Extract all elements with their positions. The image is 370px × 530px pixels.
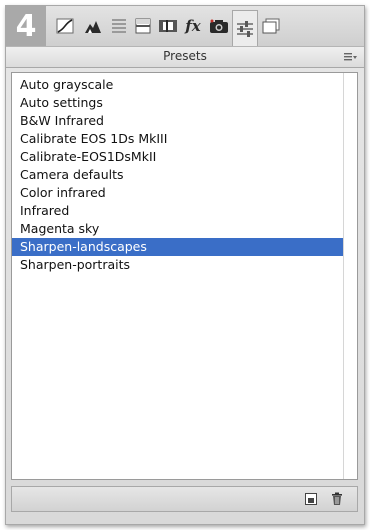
lens-correction-icon — [159, 20, 177, 32]
camera-calibration-icon — [210, 19, 228, 33]
tab-presets[interactable] — [232, 10, 258, 46]
preset-item[interactable]: Auto settings — [12, 94, 343, 112]
preset-item[interactable]: Camera defaults — [12, 166, 343, 184]
panel-tab-strip: 4 fx — [6, 6, 364, 46]
trash-icon[interactable] — [330, 492, 344, 506]
camera-raw-panel: 4 fx Presets Auto grayscale Auto setting… — [5, 5, 365, 525]
presets-bottom-bar — [11, 486, 358, 512]
preset-item[interactable]: Auto grayscale — [12, 76, 343, 94]
preset-item[interactable]: B&W Infrared — [12, 112, 343, 130]
new-preset-icon[interactable] — [304, 492, 318, 506]
preset-item[interactable]: Sharpen-portraits — [12, 256, 343, 274]
screenshot-frame: 4 fx Presets Auto grayscale Auto setting… — [5, 5, 365, 525]
preset-item[interactable]: Infrared — [12, 202, 343, 220]
snapshots-icon — [262, 18, 280, 34]
presets-list-box: Auto grayscale Auto settings B&W Infrared C… — [11, 72, 358, 480]
preset-item[interactable]: Sharpen-landscapes — [12, 238, 343, 256]
preset-item[interactable]: Calibrate EOS 1Ds MkIII — [12, 130, 343, 148]
tab-hsl[interactable] — [106, 13, 132, 39]
list-scrollbar[interactable] — [343, 73, 357, 479]
tab-color[interactable] — [80, 13, 106, 39]
tab-split-toning[interactable] — [130, 13, 156, 39]
hsl-bars-icon — [112, 19, 126, 33]
color-mountains-icon — [85, 21, 101, 33]
preset-item[interactable]: Color infrared — [12, 184, 343, 202]
presets-list: Auto grayscale Auto settings B&W Infrared C… — [12, 76, 343, 274]
effects-fx-icon: fx — [185, 17, 201, 35]
tab-snapshots[interactable] — [258, 13, 284, 39]
step-number-badge: 4 — [6, 6, 46, 46]
panel-menu-icon[interactable] — [344, 52, 358, 62]
tab-effects[interactable]: fx — [180, 13, 206, 39]
tab-lens-correction[interactable] — [155, 13, 181, 39]
tone-curve-icon — [56, 18, 74, 34]
tab-tone-curve[interactable] — [52, 13, 78, 39]
preset-item[interactable]: Magenta sky — [12, 220, 343, 238]
preset-item[interactable]: Calibrate-EOS1DsMkII — [12, 148, 343, 166]
split-toning-icon — [135, 18, 151, 34]
panel-title: Presets — [163, 49, 207, 63]
presets-panel-header: Presets — [6, 46, 364, 68]
tab-camera-calibration[interactable] — [206, 13, 232, 39]
presets-sliders-icon — [237, 20, 253, 37]
